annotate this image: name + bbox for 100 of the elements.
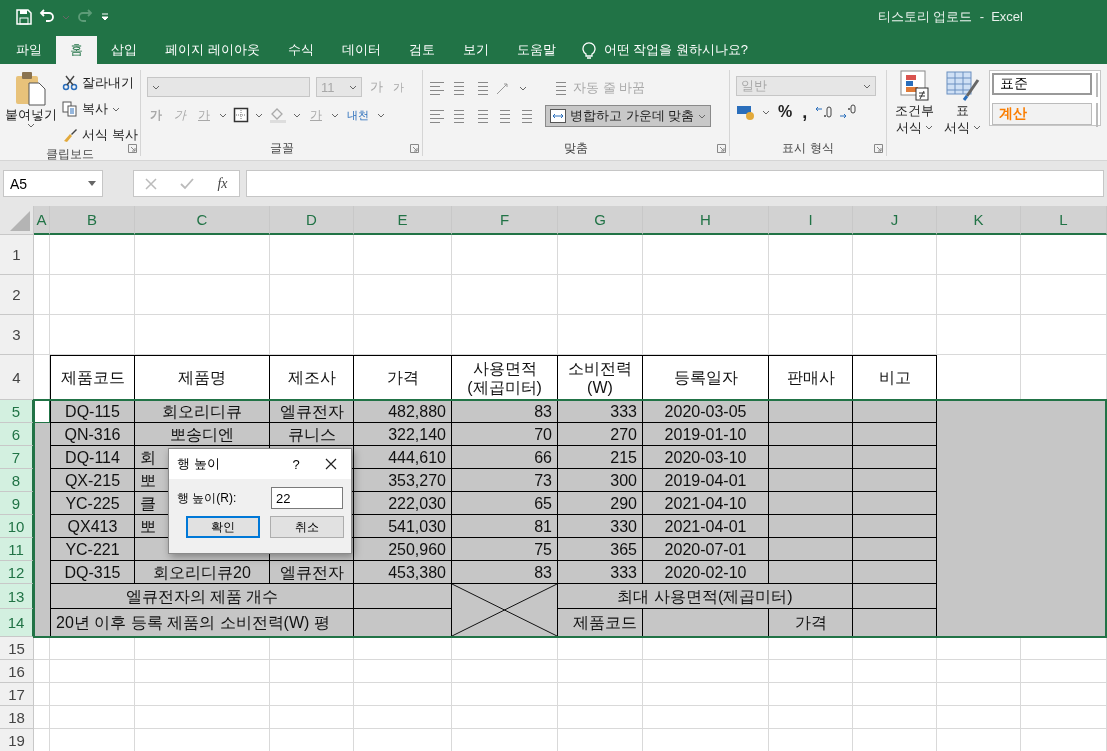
check-icon[interactable]	[180, 177, 195, 190]
row-header[interactable]: 15	[0, 637, 34, 660]
increase-decimal-icon[interactable]	[815, 104, 834, 120]
top-align-icon[interactable]	[429, 80, 446, 96]
dropdown-icon[interactable]	[762, 109, 771, 115]
ok-button[interactable]: 확인	[186, 516, 260, 538]
column-header[interactable]: H	[643, 206, 769, 235]
merge-center-button[interactable]: 병합하고 가운데 맞춤	[545, 105, 712, 127]
dialog-launcher-icon[interactable]	[128, 144, 137, 153]
row-header[interactable]: 8	[0, 469, 34, 492]
decrease-decimal-icon[interactable]	[839, 104, 858, 120]
window-title: 티스토리 업로드 - Excel	[876, 8, 1024, 26]
row-header[interactable]: 17	[0, 683, 34, 706]
row-header[interactable]: 14	[0, 609, 34, 637]
dialog-launcher-icon[interactable]	[410, 144, 420, 153]
row-header[interactable]: 13	[0, 584, 34, 609]
help-button[interactable]: ?	[281, 456, 311, 472]
dialog-launcher-icon[interactable]	[717, 144, 727, 153]
dropdown-icon[interactable]	[698, 113, 707, 119]
conditional-format-button[interactable]: 조건부 서식	[893, 70, 936, 156]
dropdown-icon[interactable]	[152, 84, 160, 90]
row-header[interactable]: 2	[0, 275, 34, 315]
name-box[interactable]: A5	[3, 170, 103, 197]
row-header[interactable]: 4	[0, 355, 34, 400]
dropdown-icon[interactable]	[27, 123, 35, 128]
redo-icon[interactable]	[76, 9, 94, 25]
undo-icon[interactable]	[38, 9, 56, 25]
dropdown-icon[interactable]	[293, 112, 301, 118]
ribbon-tab[interactable]: 페이지 레이아웃	[151, 36, 274, 64]
dropdown-icon[interactable]	[255, 112, 263, 118]
dropdown-icon[interactable]	[519, 85, 528, 91]
row-header[interactable]: 1	[0, 235, 34, 275]
row-header[interactable]: 12	[0, 561, 34, 584]
row-header[interactable]: 16	[0, 660, 34, 683]
cut-button[interactable]: 잘라내기	[60, 72, 140, 94]
border-icon[interactable]	[233, 107, 249, 123]
select-all-corner[interactable]	[0, 206, 34, 235]
column-header[interactable]: G	[558, 206, 643, 235]
currency-icon[interactable]	[736, 104, 757, 120]
column-header[interactable]: A	[34, 206, 50, 235]
copy-button[interactable]: 복사	[60, 98, 140, 120]
row-height-input[interactable]: 22	[271, 487, 343, 509]
ribbon-tab[interactable]: 파일	[2, 36, 56, 64]
style-normal[interactable]: 표준	[992, 73, 1092, 95]
table-cell: 제품코드	[558, 609, 643, 637]
column-header[interactable]: I	[769, 206, 853, 235]
row-header[interactable]: 19	[0, 729, 34, 751]
column-header[interactable]: J	[853, 206, 937, 235]
paste-button[interactable]: 붙여넣기	[6, 70, 56, 146]
ribbon-tab[interactable]: 보기	[448, 36, 503, 64]
table-format-button[interactable]: 표 서식	[942, 70, 983, 156]
dropdown-icon[interactable]	[112, 106, 120, 112]
ribbon-tab[interactable]: 수식	[273, 36, 328, 64]
dropdown-icon[interactable]	[863, 83, 872, 89]
dropdown-icon[interactable]	[377, 112, 385, 118]
format-painter-button[interactable]: 서식 복사	[60, 124, 140, 146]
tell-me-field[interactable]: 어떤 작업을 원하시나요?	[603, 41, 749, 59]
cancel-button[interactable]: 취소	[270, 516, 344, 538]
table-cell: 73	[452, 469, 558, 492]
dropdown-icon[interactable]	[88, 181, 96, 186]
column-header[interactable]: B	[50, 206, 135, 235]
save-icon[interactable]	[16, 9, 32, 25]
fill-bucket-icon[interactable]	[269, 107, 287, 123]
row-header[interactable]: 10	[0, 515, 34, 538]
row-header[interactable]: 6	[0, 423, 34, 446]
ribbon-tab[interactable]: 홈	[56, 36, 97, 64]
dropdown-icon[interactable]	[973, 125, 981, 130]
table-cell: 270	[558, 423, 643, 446]
row-header[interactable]: 11	[0, 538, 34, 561]
column-header[interactable]: K	[937, 206, 1021, 235]
column-header[interactable]: F	[452, 206, 558, 235]
percent-button[interactable]: %	[776, 101, 795, 123]
table-cell: 444,610	[354, 446, 452, 469]
row-header[interactable]: 9	[0, 492, 34, 515]
row-header[interactable]: 7	[0, 446, 34, 469]
row-header[interactable]: 3	[0, 315, 34, 355]
row-header[interactable]: 5	[0, 400, 34, 423]
dropdown-icon[interactable]	[219, 112, 227, 118]
table-cell: DQ-115	[50, 400, 135, 423]
ribbon-tab[interactable]: 삽입	[97, 36, 151, 64]
column-header[interactable]: E	[354, 206, 452, 235]
comma-button[interactable]: ,	[800, 101, 810, 123]
column-header[interactable]: C	[135, 206, 270, 235]
dropdown-icon[interactable]	[925, 125, 933, 130]
ribbon-tab[interactable]: 데이터	[327, 36, 395, 64]
customize-toolbar-icon[interactable]	[100, 12, 110, 22]
cancel-icon[interactable]	[145, 177, 158, 190]
dialog-launcher-icon[interactable]	[874, 144, 883, 153]
lightbulb-icon[interactable]	[581, 41, 596, 59]
dropdown-icon[interactable]	[331, 112, 339, 118]
formula-input[interactable]	[246, 170, 1104, 197]
column-header[interactable]: L	[1021, 206, 1107, 235]
insert-function-button[interactable]: fx	[217, 175, 228, 192]
ribbon-tab[interactable]: 검토	[394, 36, 449, 64]
table-cell: DQ-114	[50, 446, 135, 469]
header-cell: 제품명	[135, 355, 270, 400]
row-header[interactable]: 18	[0, 706, 34, 729]
column-header[interactable]: D	[270, 206, 354, 235]
ribbon-tab[interactable]: 도움말	[502, 36, 570, 64]
align-left-icon[interactable]	[429, 108, 446, 124]
